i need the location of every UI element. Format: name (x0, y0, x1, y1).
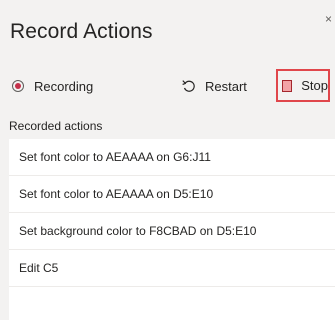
close-icon[interactable]: × (325, 12, 335, 24)
stop-button[interactable]: Stop (276, 69, 330, 102)
recorded-actions-list: Set font color to AEAAAA on G6:J11 Set f… (9, 139, 335, 320)
list-item[interactable]: Set font color to AEAAAA on G6:J11 (9, 139, 335, 176)
recording-label: Recording (34, 78, 94, 94)
list-item[interactable]: Set background color to F8CBAD on D5:E10 (9, 213, 335, 250)
recorded-actions-heading: Recorded actions (9, 119, 103, 133)
stop-label: Stop (301, 78, 328, 93)
list-item[interactable]: Edit C5 (9, 250, 335, 287)
restart-label: Restart (205, 78, 247, 94)
record-circle-icon (12, 80, 24, 92)
stop-square-icon (282, 79, 293, 92)
list-item[interactable]: Set font color to AEAAAA on D5:E10 (9, 176, 335, 213)
panel-title: Record Actions (10, 20, 153, 43)
record-actions-panel: × Record Actions Recording Restart Stop … (0, 0, 335, 320)
recording-button[interactable]: Recording (12, 70, 93, 102)
toolbar: Recording Restart Stop (0, 69, 335, 102)
restart-button[interactable]: Restart (181, 70, 247, 102)
restart-arrow-icon (182, 80, 195, 92)
